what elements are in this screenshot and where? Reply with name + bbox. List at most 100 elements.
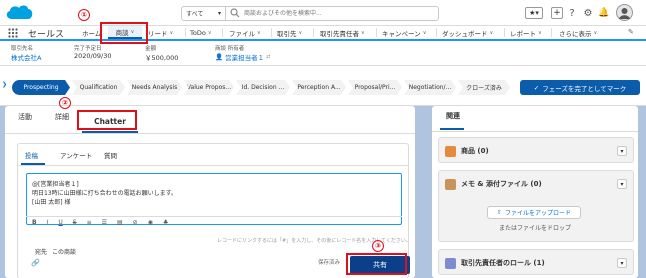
emoji-icon[interactable]: ◉ bbox=[148, 219, 153, 226]
app-launcher-icon[interactable] bbox=[8, 28, 18, 38]
tab-activity[interactable]: 活動 bbox=[18, 112, 32, 122]
chevron-down-icon[interactable]: ∨ bbox=[361, 30, 365, 36]
nav-item-label: ダッシュボード bbox=[442, 29, 488, 38]
sales-path: ❯ Prospecting Qualification Needs Analys… bbox=[0, 66, 646, 106]
nav-divider bbox=[504, 28, 505, 37]
global-add-icon[interactable]: + bbox=[551, 7, 563, 19]
tab-question[interactable]: 質問 bbox=[104, 150, 117, 160]
owner-link[interactable]: 営業担当者１ bbox=[225, 52, 264, 62]
paperclip-icon[interactable]: 🔗 bbox=[31, 259, 40, 267]
card-title[interactable]: 取引先責任者のロール (1) bbox=[461, 258, 545, 268]
global-header: すべて ▾ ★▾ + ? ⚙ 🔔 bbox=[0, 0, 646, 26]
share-target: 宛先 この商談 bbox=[35, 247, 76, 256]
nav-item-home[interactable]: ホーム bbox=[82, 26, 101, 39]
chevron-down-icon[interactable]: ❯ bbox=[2, 81, 10, 89]
account-link[interactable]: 株式会社A bbox=[11, 52, 41, 62]
italic-icon[interactable]: I bbox=[47, 219, 49, 226]
nav-divider bbox=[271, 28, 272, 37]
nav-item-label: ファイル bbox=[229, 29, 255, 38]
favorites-star-icon[interactable]: ★▾ bbox=[525, 7, 543, 19]
chevron-down-icon[interactable]: ∨ bbox=[594, 30, 598, 36]
chevron-down-icon[interactable]: ▾ bbox=[617, 146, 627, 156]
tab-divider bbox=[432, 131, 638, 132]
chevron-down-icon[interactable]: ∨ bbox=[257, 30, 261, 36]
annotation-step-2: ② bbox=[59, 97, 71, 109]
stage-perception-analysis[interactable]: Perception A... bbox=[292, 80, 346, 95]
nav-item-files[interactable]: ファイル ∨ bbox=[229, 26, 261, 39]
gear-icon[interactable]: ⚙ bbox=[582, 7, 594, 19]
upload-icon: ⇧ bbox=[496, 209, 502, 216]
nav-item-dashboards[interactable]: ダッシュボード ∨ bbox=[442, 26, 493, 39]
active-tab-indicator bbox=[440, 128, 464, 130]
nav-item-more[interactable]: さらに表示 ∨ bbox=[559, 26, 597, 39]
tab-poll[interactable]: アンケート bbox=[60, 150, 92, 160]
nav-item-leads[interactable]: リード ∨ bbox=[148, 26, 173, 39]
search-scope-select[interactable]: すべて ▾ bbox=[182, 7, 226, 20]
nav-item-accounts[interactable]: 取引先 ∨ bbox=[277, 26, 302, 39]
help-icon[interactable]: ? bbox=[566, 7, 578, 19]
card-title[interactable]: メモ & 添付ファイル (0) bbox=[461, 179, 542, 189]
upload-files-button[interactable]: ⇧ ファイルをアップロード bbox=[487, 206, 581, 219]
post-text-line: 明日13時に山田様に打ち合わせの電話お願いします。 bbox=[32, 190, 178, 197]
field-label: 商談 所有者 bbox=[215, 46, 245, 52]
salesforce-logo[interactable] bbox=[4, 3, 34, 21]
nav-item-contacts[interactable]: 取引先責任者 ∨ bbox=[320, 26, 365, 39]
chevron-down-icon[interactable]: ∨ bbox=[490, 30, 494, 36]
stage-closed[interactable]: クローズ済み bbox=[458, 80, 510, 95]
bold-icon[interactable]: B bbox=[32, 219, 37, 226]
chevron-down-icon[interactable]: ∨ bbox=[538, 30, 542, 36]
nav-divider bbox=[436, 28, 437, 37]
stage-value-proposition[interactable]: Value Propos... bbox=[184, 80, 234, 95]
nav-item-campaigns[interactable]: キャンペーン ∨ bbox=[382, 26, 426, 39]
chevron-down-icon[interactable]: ∨ bbox=[423, 30, 427, 36]
nav-divider bbox=[313, 28, 314, 37]
related-tab[interactable]: 関連 bbox=[446, 111, 460, 121]
stage-prospecting[interactable]: Prospecting bbox=[12, 80, 70, 95]
bulleted-list-icon[interactable]: ≡ bbox=[87, 219, 92, 226]
nav-item-label: さらに表示 bbox=[559, 29, 592, 38]
tab-post[interactable]: 投稿 bbox=[25, 150, 38, 160]
tab-divider bbox=[5, 133, 415, 134]
notification-bell-icon[interactable]: 🔔 bbox=[598, 7, 610, 19]
record-highlights: 取引先名 株式会社A 完了予定日 2020/09/30 金額 ￥500,000 … bbox=[0, 41, 646, 66]
mark-stage-complete-button[interactable]: ✓ フェーズを完了としてマーク bbox=[520, 80, 640, 95]
file-icon bbox=[445, 179, 456, 190]
chevron-down-icon[interactable]: ∨ bbox=[208, 30, 212, 36]
chevron-down-icon[interactable]: ∨ bbox=[299, 30, 303, 36]
avatar[interactable] bbox=[616, 4, 633, 21]
owner-value: 👤 営業担当者１ ⇄ bbox=[215, 52, 270, 62]
app-navigation: セールス ホーム 商談 ∨ リード ∨ ToDo ∨ ファイル ∨ 取引先 ∨ 取引先責任… bbox=[0, 26, 646, 41]
annotation-highlight-chatter bbox=[77, 110, 137, 130]
nav-item-todo[interactable]: ToDo ∨ bbox=[190, 26, 212, 39]
chevron-down-icon[interactable]: ▾ bbox=[617, 258, 627, 268]
field-label: 完了予定日 bbox=[74, 46, 102, 52]
stage-label: Proposal/Pri... bbox=[354, 84, 396, 91]
change-owner-icon[interactable]: ⇄ bbox=[266, 54, 270, 60]
stage-proposal[interactable]: Proposal/Pri... bbox=[348, 80, 402, 95]
share-target-value[interactable]: この商談 bbox=[52, 249, 76, 256]
chevron-down-icon[interactable]: ▾ bbox=[617, 179, 627, 189]
stage-needs-analysis[interactable]: Needs Analysis bbox=[127, 80, 182, 95]
link-icon[interactable]: ⊘ bbox=[133, 219, 138, 226]
card-title[interactable]: 商品 (0) bbox=[461, 146, 489, 156]
mention-line: @[営業担当者１] bbox=[32, 181, 79, 188]
global-search[interactable]: すべて ▾ bbox=[181, 6, 439, 21]
nav-item-reports[interactable]: レポート ∨ bbox=[510, 26, 542, 39]
mention-icon[interactable]: ♣ bbox=[163, 219, 168, 226]
pencil-icon[interactable]: ✎ bbox=[628, 28, 634, 36]
tab-details[interactable]: 詳細 bbox=[55, 112, 69, 122]
numbered-list-icon[interactable]: ☰ bbox=[102, 219, 107, 226]
underline-icon[interactable]: U bbox=[58, 219, 62, 226]
stage-negotiation[interactable]: Negotiation/... bbox=[404, 80, 456, 95]
related-card-products: 商品 (0) ▾ bbox=[438, 137, 634, 163]
stage-qualification[interactable]: Qualification bbox=[72, 80, 125, 95]
chevron-down-icon[interactable]: ∨ bbox=[170, 30, 174, 36]
nav-divider bbox=[551, 28, 552, 37]
stage-id-decision[interactable]: Id. Decision ... bbox=[236, 80, 290, 95]
search-input[interactable] bbox=[244, 7, 434, 20]
annotation-highlight-share bbox=[346, 253, 407, 275]
stage-label: Value Propos... bbox=[186, 84, 232, 91]
strikethrough-icon[interactable]: S bbox=[73, 219, 77, 226]
image-icon[interactable]: ▤ bbox=[117, 219, 123, 226]
annotation-highlight-opportunities bbox=[100, 22, 148, 44]
